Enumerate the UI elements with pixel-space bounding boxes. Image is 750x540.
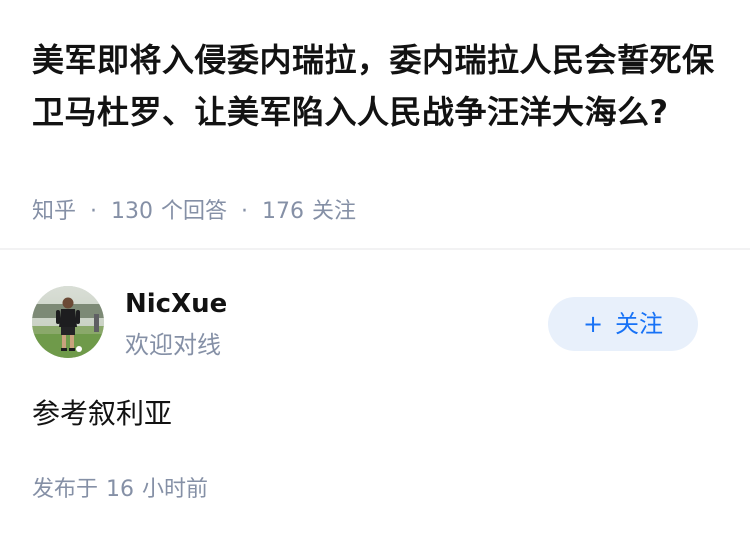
plus-icon: + [582, 310, 604, 338]
publish-prefix: 发布于 [32, 477, 99, 502]
publish-time: 发布于 16 小时前 [32, 474, 208, 506]
question-meta: 知乎 · 130 个回答 · 176 关注 [32, 196, 356, 228]
question-title[interactable]: 美军即将入侵委内瑞拉，委内瑞拉人民会誓死保卫马杜罗、让美军陷入人民战争汪洋大海么… [32, 34, 722, 138]
follow-button[interactable]: + 关注 [548, 297, 698, 351]
answer-count: 130 [111, 199, 154, 224]
source-label[interactable]: 知乎 [32, 199, 76, 224]
publish-count: 16 [106, 477, 135, 502]
author-avatar[interactable] [32, 286, 104, 358]
follow-button-label: 关注 [615, 310, 664, 338]
meta-separator: · [90, 199, 98, 224]
publish-unit: 小时前 [142, 477, 209, 502]
meta-separator-2: · [241, 199, 249, 224]
avatar-photo-icon [32, 286, 104, 358]
author-bio: 欢迎对线 [125, 331, 221, 359]
follow-count: 176 [262, 199, 305, 224]
question-header: 美军即将入侵委内瑞拉，委内瑞拉人民会誓死保卫马杜罗、让美军陷入人民战争汪洋大海么… [0, 0, 750, 250]
follow-unit: 关注 [312, 199, 357, 224]
answer-card: NicXue 欢迎对线 + 关注 参考叙利亚 发布于 16 小时前 [0, 250, 750, 540]
author-name[interactable]: NicXue [125, 286, 227, 322]
answer-unit: 个回答 [161, 199, 228, 224]
answer-content[interactable]: 参考叙利亚 [32, 394, 172, 434]
